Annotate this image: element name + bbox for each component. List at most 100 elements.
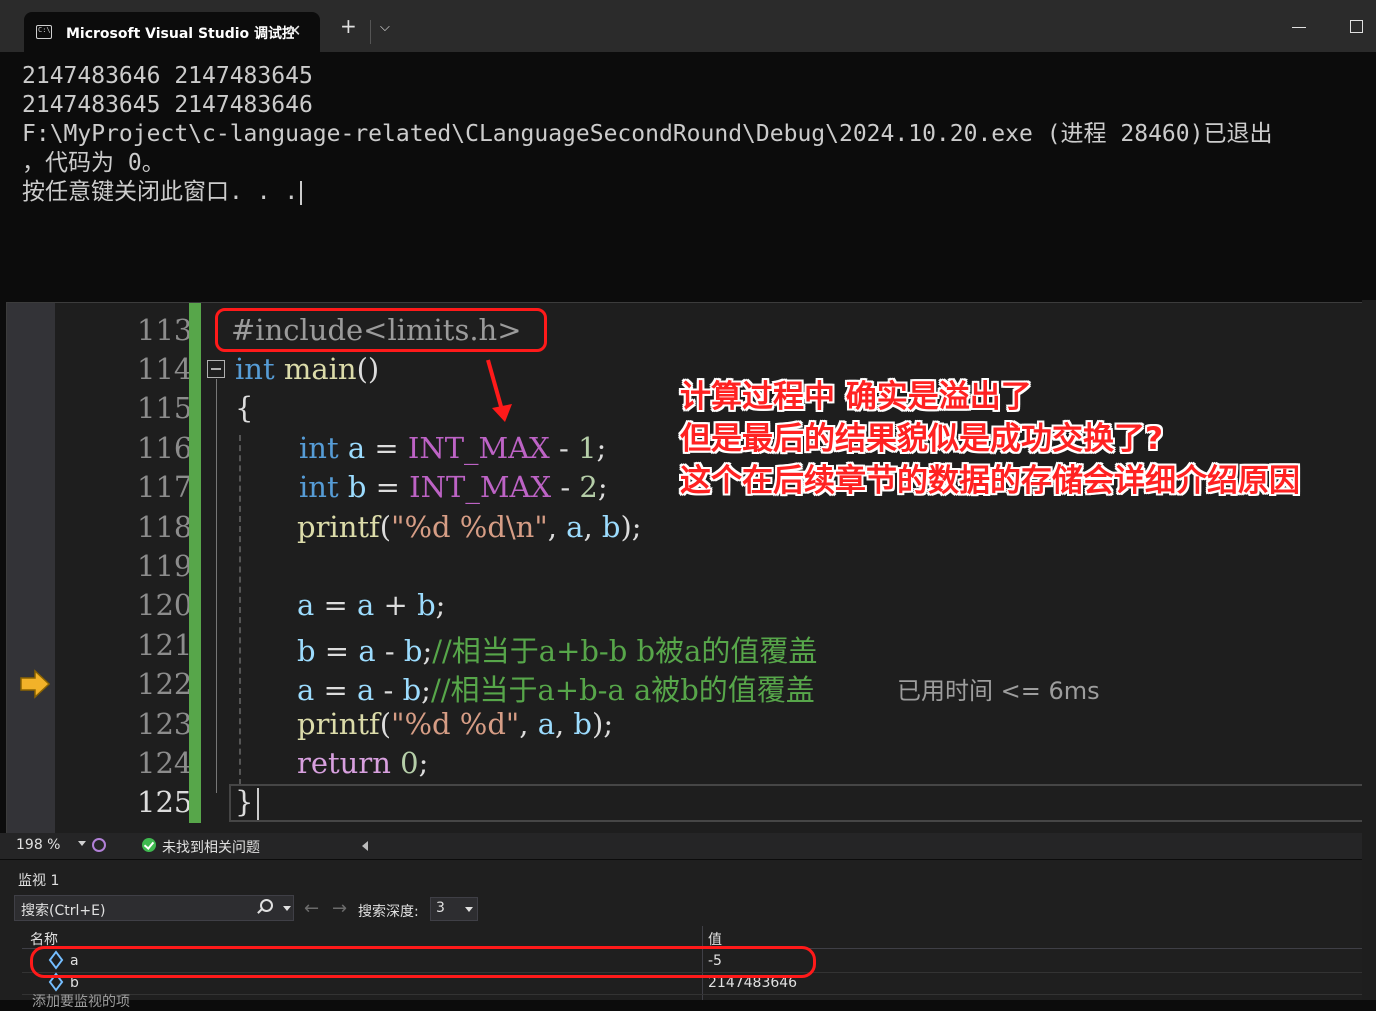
back-arrow-icon[interactable]: ←: [304, 898, 319, 919]
maximize-icon[interactable]: [1350, 20, 1363, 33]
function-token: main: [274, 352, 357, 386]
operator-token: =: [315, 634, 359, 668]
line-number: 124: [137, 746, 193, 780]
keyword-token: int: [235, 352, 275, 386]
string-token: "%d %d": [391, 707, 520, 741]
include-highlight-box: [215, 308, 547, 352]
code-line-124[interactable]: return 0;: [297, 746, 428, 780]
annotation-line: 计算过程中 确实是溢出了: [680, 379, 1032, 415]
text-caret: [257, 788, 260, 820]
brace-token: {: [235, 391, 254, 425]
minimize-icon[interactable]: [1292, 27, 1306, 28]
number-token: 0: [390, 746, 419, 780]
scroll-left-icon[interactable]: [362, 841, 368, 851]
output-prompt-line: 按任意键关闭此窗口. . .: [22, 178, 1272, 207]
output-line: F:\MyProject\c-language-related\CLanguag…: [22, 121, 1273, 147]
punct-token: ,: [554, 707, 574, 741]
operator-token: =: [365, 431, 408, 465]
line-number: 123: [137, 707, 193, 741]
plus-icon[interactable]: +: [340, 16, 357, 36]
issues-status[interactable]: 未找到相关问题: [162, 837, 260, 857]
search-depth-value: 3: [436, 900, 445, 916]
line-number-gutter: 113 114 115 116 117 118 119 120 121 122 …: [55, 303, 192, 833]
function-token: printf: [297, 510, 380, 544]
variable-token: b: [417, 588, 436, 622]
console-window: Microsoft Visual Studio 调试控 ✕ + ⌵ 214748…: [0, 0, 1376, 300]
perf-tip[interactable]: 已用时间 <= 6ms: [897, 671, 1100, 706]
chevron-down-icon[interactable]: [283, 906, 291, 911]
line-number: 122: [137, 667, 193, 701]
operator-token: =: [366, 470, 410, 504]
code-line-121[interactable]: b = a - b;//相当于a+b-b b被a的值覆盖: [297, 628, 817, 670]
search-placeholder: 搜索(Ctrl+E): [21, 903, 106, 919]
punct-token: ;: [597, 470, 608, 504]
forward-arrow-icon[interactable]: →: [332, 898, 347, 919]
code-line-117[interactable]: int b = INT_MAX - 2;: [299, 470, 608, 504]
annotation-line: 这个在后续章节的数据的存储会详细介绍原因: [680, 463, 1300, 499]
operator-token: -: [549, 431, 579, 465]
editor-status-strip: 198 % 未找到相关问题: [0, 833, 1376, 859]
code-line-123[interactable]: printf("%d %d", a, b);: [297, 707, 613, 741]
text-caret: [300, 180, 303, 205]
number-token: 2: [579, 470, 598, 504]
punct-token: );: [592, 707, 614, 741]
collapse-icon[interactable]: [207, 360, 225, 378]
watch-search-input[interactable]: 搜索(Ctrl+E): [14, 895, 294, 921]
variable-token: a: [358, 634, 376, 668]
search-depth-select[interactable]: 3: [430, 897, 478, 921]
code-line-114[interactable]: int main(): [235, 352, 379, 386]
search-depth-label: 搜索深度:: [358, 904, 419, 920]
code-line-116[interactable]: int a = INT_MAX - 1;: [299, 431, 606, 465]
variable-token: b: [338, 470, 367, 504]
chevron-down-icon[interactable]: ⌵: [380, 20, 390, 35]
punct-token: ;: [422, 634, 433, 668]
chevron-down-icon[interactable]: [78, 841, 86, 846]
code-line-120[interactable]: a = a + b;: [297, 588, 445, 622]
search-icon[interactable]: [260, 899, 273, 912]
brace-token: }: [235, 785, 254, 819]
variable-token: a: [297, 588, 315, 622]
punct-token: ,: [519, 707, 538, 741]
punct-token: ,: [583, 510, 602, 544]
copilot-icon[interactable]: [92, 838, 106, 852]
console-titlebar: Microsoft Visual Studio 调试控 ✕ + ⌵: [0, 0, 1376, 52]
outline-line: [216, 379, 217, 793]
output-line: ，代码为 0。: [22, 150, 165, 176]
punct-token: ;: [418, 746, 429, 780]
variable-token: b: [403, 634, 423, 668]
change-tracking-bar: [189, 303, 201, 823]
operator-token: =: [314, 673, 358, 707]
output-line: 按任意键关闭此窗口. . .: [22, 179, 299, 205]
console-tab[interactable]: Microsoft Visual Studio 调试控 ✕: [24, 12, 320, 52]
annotation-line: 但是最后的结果貌似是成功交换了?: [680, 421, 1163, 457]
watch-title[interactable]: 监视 1: [18, 870, 59, 890]
variable-token: a: [338, 431, 366, 465]
terminal-icon: [36, 25, 52, 39]
close-icon[interactable]: ✕: [288, 21, 301, 40]
glyph-margin[interactable]: [7, 303, 55, 833]
code-line-125[interactable]: }: [235, 785, 260, 820]
variable-token: a: [537, 707, 555, 741]
line-number: 115: [137, 391, 193, 425]
zoom-level[interactable]: 198 %: [16, 837, 60, 853]
line-number-current: 125: [137, 785, 193, 819]
keyword-token: int: [299, 431, 339, 465]
code-line-118[interactable]: printf("%d %d\n", a, b);: [297, 510, 642, 544]
variable-token: a: [566, 510, 584, 544]
current-line-arrow-icon: [20, 669, 51, 699]
punct-token: (: [379, 707, 392, 741]
watch-panel: 监视 1 搜索(Ctrl+E) ← → 搜索深度: 3 名称 值 a -5 b …: [0, 860, 1376, 1010]
comment-token: //相当于a+b-a a被b的值覆盖: [430, 673, 815, 707]
macro-token: INT_MAX: [407, 431, 550, 465]
chevron-down-icon: [465, 907, 473, 912]
punct-token: ;: [596, 431, 607, 465]
code-line-115[interactable]: {: [235, 391, 253, 425]
check-circle-icon: [142, 838, 156, 852]
line-number: 120: [137, 588, 193, 622]
keyword-token: int: [299, 470, 339, 504]
function-token: printf: [297, 707, 380, 741]
vertical-scrollbar[interactable]: [1362, 300, 1376, 1000]
code-line-122[interactable]: a = a - b;//相当于a+b-a a被b的值覆盖: [297, 667, 815, 709]
add-watch-item[interactable]: 添加要监视的项: [32, 991, 130, 1011]
variable-token: b: [573, 707, 592, 741]
